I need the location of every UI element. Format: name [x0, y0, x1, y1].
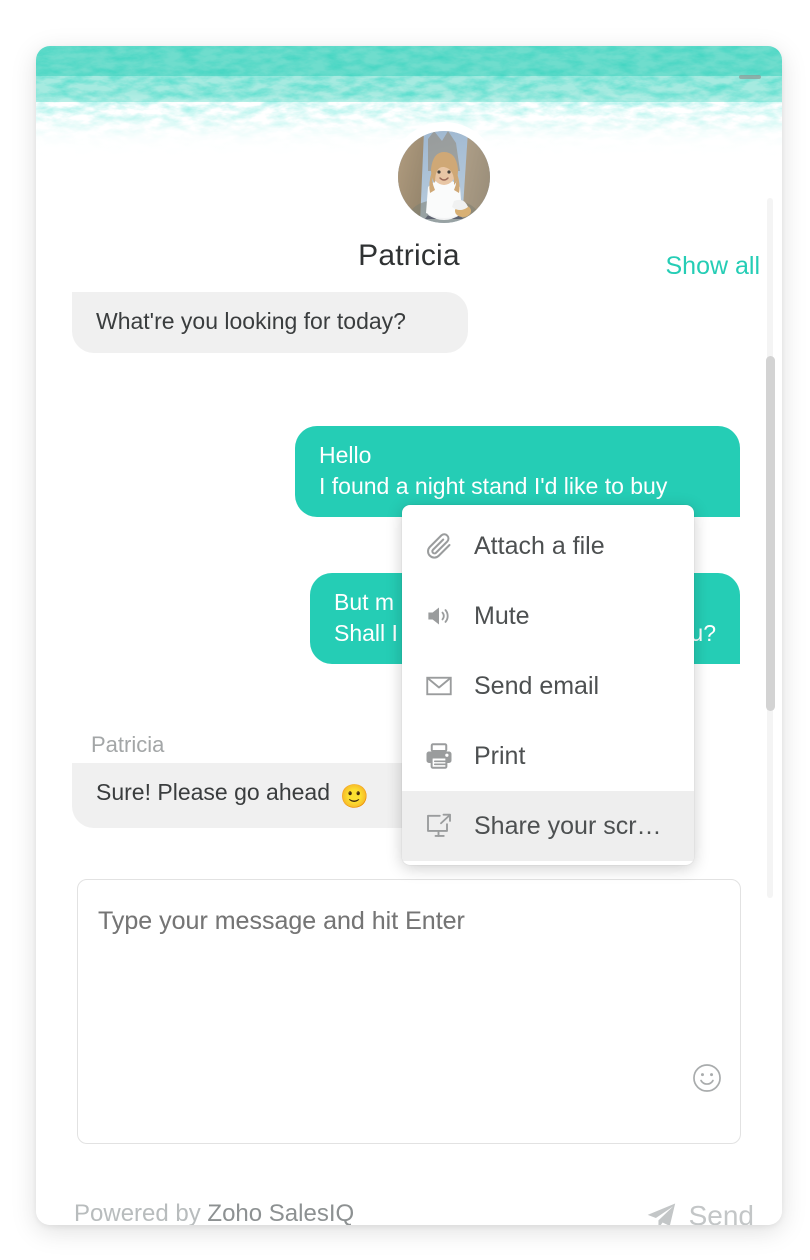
- menu-item-label: Mute: [474, 601, 530, 630]
- menu-item-send-email[interactable]: Send email: [402, 651, 694, 721]
- menu-item-label: Send email: [474, 671, 600, 700]
- menu-item-mute[interactable]: Mute: [402, 581, 694, 651]
- show-all-link[interactable]: Show all: [666, 252, 761, 281]
- minimize-icon[interactable]: [737, 72, 763, 82]
- chat-widget: Patricia Show all What're you looking fo…: [36, 46, 782, 1225]
- menu-item-print[interactable]: Print: [402, 721, 694, 791]
- menu-item-label: Print: [474, 741, 526, 770]
- avatar-photo: [398, 131, 490, 223]
- message-bubble-outgoing: Hello I found a night stand I'd like to …: [295, 426, 740, 518]
- speaker-icon: [424, 601, 466, 631]
- menu-item-attach-a-file[interactable]: Attach a file: [402, 511, 694, 581]
- screen-share-icon: [424, 811, 466, 841]
- menu-item-label: Attach a file: [474, 531, 605, 560]
- message-text: Sure! Please go ahead: [96, 779, 331, 805]
- message-line-start: Shall I: [334, 619, 398, 646]
- widget-footer: Powered by Zoho SalesIQ Send: [36, 1164, 782, 1225]
- paperclip-icon: [424, 531, 466, 561]
- smiley-emoji: 🙂: [340, 783, 369, 809]
- message-composer: Type your message and hit Enter: [77, 879, 741, 1144]
- envelope-icon: [424, 671, 466, 701]
- vertical-scrollbar[interactable]: [764, 198, 776, 898]
- powered-by-label: Powered by Zoho SalesIQ: [74, 1200, 354, 1225]
- message-line: Hello: [319, 442, 372, 468]
- message-input[interactable]: [78, 880, 740, 1143]
- powered-brand: Zoho SalesIQ: [207, 1200, 355, 1225]
- printer-icon: [424, 741, 466, 771]
- avatar: [394, 127, 494, 227]
- paper-plane-icon: [644, 1199, 678, 1225]
- avatar-image: [398, 131, 490, 223]
- message-sender-label: Patricia: [91, 732, 165, 757]
- scrollbar-thumb[interactable]: [766, 356, 775, 711]
- send-label: Send: [688, 1200, 754, 1225]
- context-menu: Attach a file Mute Send email Print Shar…: [402, 505, 694, 865]
- menu-item-share-your-screen[interactable]: Share your scr…: [402, 791, 694, 861]
- menu-item-label: Share your scr…: [474, 811, 662, 840]
- send-button[interactable]: Send: [644, 1199, 754, 1225]
- powered-prefix: Powered by: [74, 1200, 208, 1225]
- message-bubble-incoming: What're you looking for today?: [72, 292, 468, 353]
- smiley-icon[interactable]: [690, 1061, 724, 1095]
- message-line: I found a night stand I'd like to buy: [319, 472, 668, 499]
- message-line-end: u?: [690, 619, 716, 646]
- screen: Patricia Show all What're you looking fo…: [0, 0, 810, 1260]
